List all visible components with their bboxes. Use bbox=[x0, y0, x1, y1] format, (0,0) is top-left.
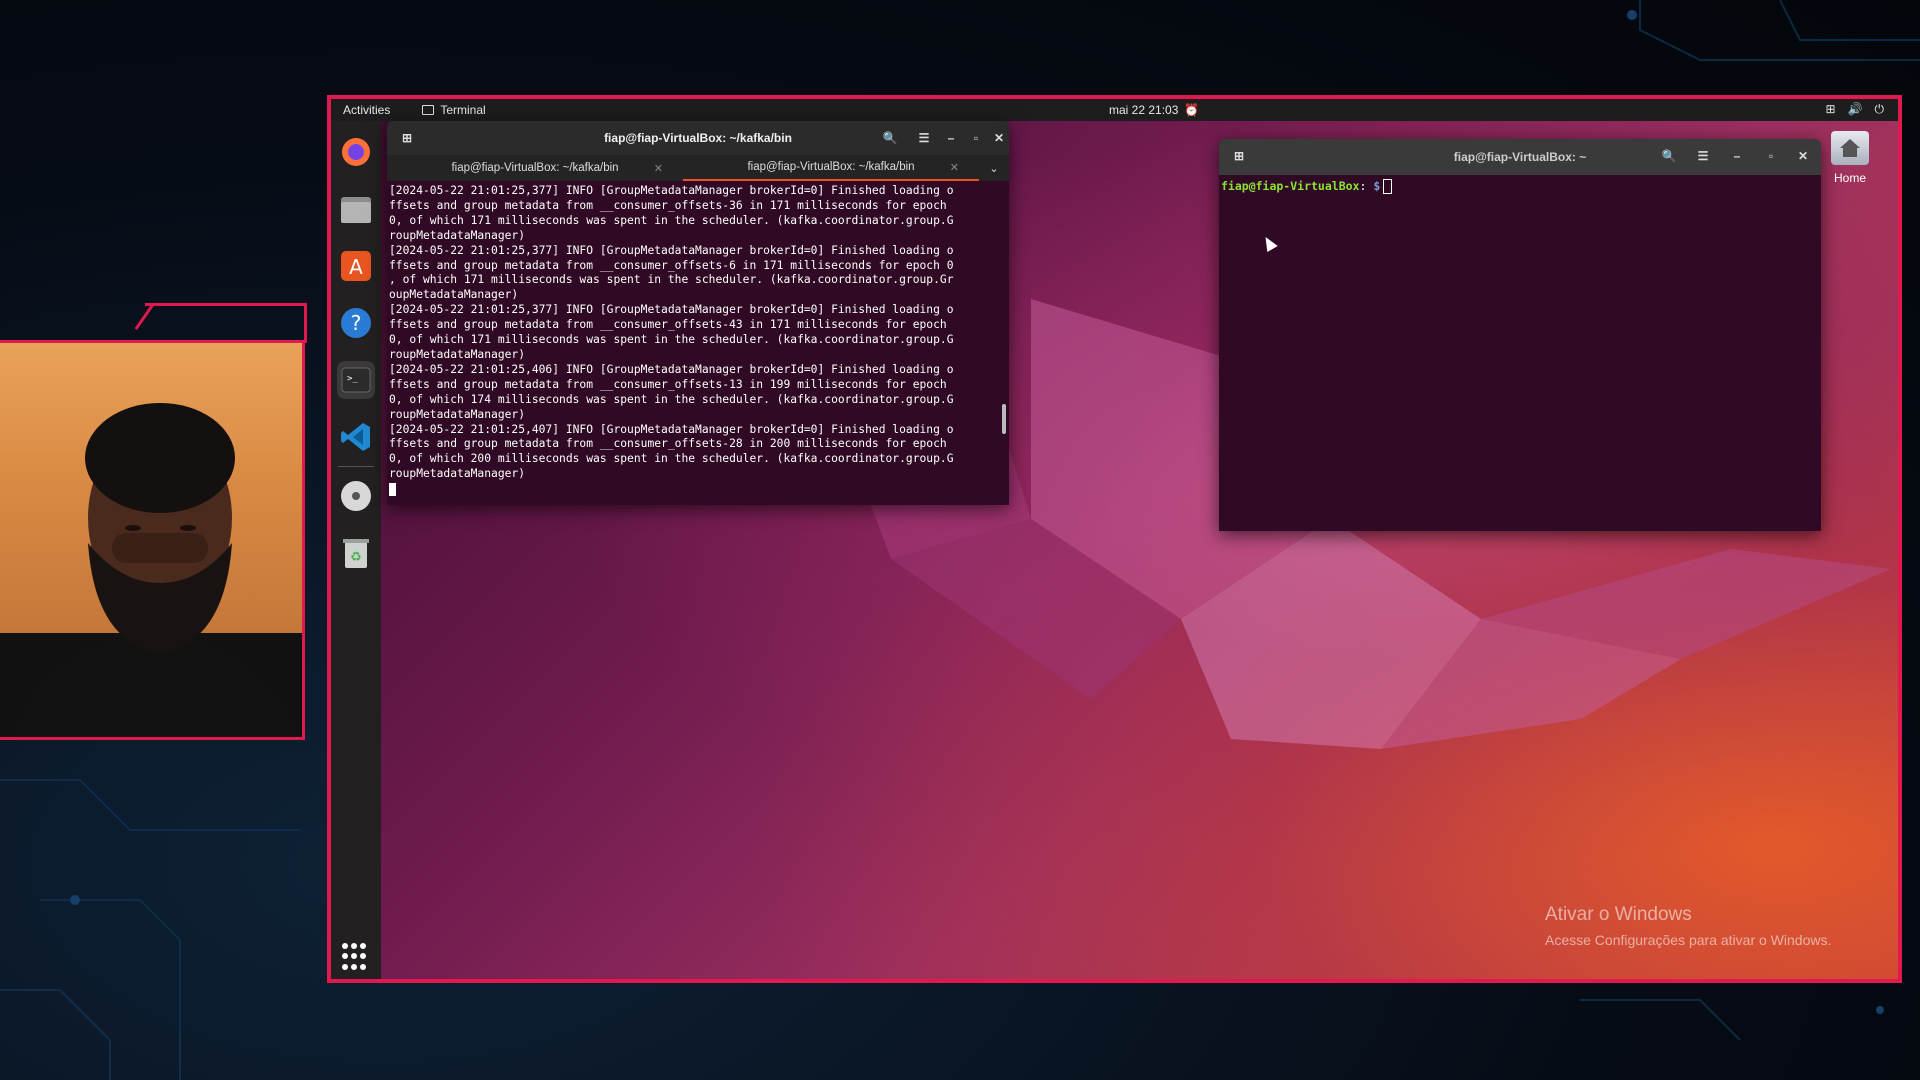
gnome-top-bar: Activities Terminal mai 22 21:03 ⏰ ⊞ 🔊 ⏻ bbox=[331, 99, 1898, 121]
menu-icon[interactable]: ☰ bbox=[914, 128, 934, 148]
log-line: [2024-05-22 21:01:25,406] INFO [GroupMet… bbox=[389, 362, 954, 376]
log-line: 0, of which 171 milliseconds was spent i… bbox=[389, 333, 954, 347]
power-icon: ⏻ bbox=[1874, 102, 1885, 116]
scrollbar[interactable] bbox=[1002, 404, 1006, 434]
home-label: Home bbox=[1833, 171, 1866, 185]
log-line: ffsets and group metadata from __consume… bbox=[389, 198, 947, 212]
minimize-icon[interactable]: – bbox=[1727, 146, 1747, 166]
log-line: [2024-05-22 21:01:25,377] INFO [GroupMet… bbox=[389, 303, 954, 317]
volume-icon: 🔊 bbox=[1847, 102, 1863, 116]
app-menu[interactable]: Terminal bbox=[422, 103, 486, 117]
terminal-icon[interactable]: >_ bbox=[337, 361, 375, 399]
app-menu-label: Terminal bbox=[440, 103, 486, 117]
home-icon bbox=[1831, 131, 1869, 165]
log-line: 0, of which 171 milliseconds was spent i… bbox=[389, 213, 954, 227]
webcam-frame-tab bbox=[145, 303, 307, 343]
search-icon[interactable]: 🔍 bbox=[1659, 146, 1679, 166]
close-icon[interactable]: ✕ bbox=[1793, 146, 1813, 166]
close-icon[interactable]: ✕ bbox=[989, 128, 1009, 148]
log-line: [2024-05-22 21:01:25,377] INFO [GroupMet… bbox=[389, 184, 954, 197]
app-center-icon[interactable]: A bbox=[337, 247, 375, 285]
log-line: ffsets and group metadata from __consume… bbox=[389, 258, 954, 272]
clock-label: mai 22 21:03 bbox=[1109, 103, 1179, 117]
system-tray[interactable]: ⊞ 🔊 ⏻ bbox=[1825, 102, 1884, 117]
alarm-icon: ⏰ bbox=[1184, 103, 1200, 117]
maximize-icon[interactable]: ▫ bbox=[1761, 146, 1781, 166]
log-line: [2024-05-22 21:01:25,377] INFO [GroupMet… bbox=[389, 243, 954, 257]
dock-separator bbox=[338, 466, 374, 467]
log-line: roupMetadataManager) bbox=[389, 407, 526, 421]
trash-icon[interactable]: ♻ bbox=[337, 534, 375, 572]
home-terminal-window[interactable]: ⊞ fiap@fiap-VirtualBox: ~ 🔍 ☰ – ▫ ✕ fiap… bbox=[1219, 139, 1821, 531]
log-line: ffsets and group metadata from __consume… bbox=[389, 318, 947, 332]
virtual-machine-screen: Activities Terminal mai 22 21:03 ⏰ ⊞ 🔊 ⏻… bbox=[327, 95, 1902, 983]
window-title: fiap@fiap-VirtualBox: ~/kafka/bin bbox=[604, 131, 792, 145]
prompt-user: fiap@fiap-VirtualBox bbox=[1221, 179, 1360, 193]
tab-close-icon[interactable]: ✕ bbox=[654, 162, 663, 175]
new-tab-icon[interactable]: ⊞ bbox=[397, 128, 417, 148]
log-line: 0, of which 174 milliseconds was spent i… bbox=[389, 392, 954, 406]
help-icon[interactable]: ? bbox=[337, 304, 375, 342]
svg-text:A: A bbox=[349, 255, 363, 279]
network-icon: ⊞ bbox=[1825, 102, 1836, 116]
clock[interactable]: mai 22 21:03 ⏰ bbox=[1109, 103, 1199, 117]
window-title: fiap@fiap-VirtualBox: ~ bbox=[1453, 150, 1587, 164]
log-line: roupMetadataManager) bbox=[389, 467, 526, 481]
text-cursor bbox=[1383, 179, 1393, 194]
person-avatar bbox=[0, 403, 302, 737]
tab-2[interactable]: fiap@fiap-VirtualBox: ~/kafka/bin ✕ bbox=[683, 155, 979, 181]
tab-1[interactable]: fiap@fiap-VirtualBox: ~/kafka/bin ✕ bbox=[387, 155, 683, 181]
watermark-subtitle: Acesse Configurações para ativar o Windo… bbox=[1545, 932, 1832, 948]
kafka-terminal-window[interactable]: ⊞ fiap@fiap-VirtualBox: ~/kafka/bin 🔍 ☰ … bbox=[387, 121, 1009, 505]
log-line: [2024-05-22 21:01:25,407] INFO [GroupMet… bbox=[389, 422, 954, 436]
log-line: ffsets and group metadata from __consume… bbox=[389, 377, 947, 391]
webcam-feed bbox=[0, 340, 305, 740]
log-line: 0, of which 200 milliseconds was spent i… bbox=[389, 452, 954, 466]
dock: A ? >_ ♻ bbox=[331, 121, 381, 979]
svg-text:>_: >_ bbox=[347, 374, 358, 384]
tab-label: fiap@fiap-VirtualBox: ~/kafka/bin bbox=[451, 162, 619, 174]
home-folder-shortcut[interactable]: Home bbox=[1820, 131, 1880, 185]
log-line: roupMetadataManager) bbox=[389, 347, 526, 361]
menu-icon[interactable]: ☰ bbox=[1693, 146, 1713, 166]
svg-text:?: ? bbox=[351, 311, 362, 335]
maximize-icon[interactable]: ▫ bbox=[966, 128, 986, 148]
show-apps-icon[interactable] bbox=[342, 943, 370, 971]
tab-close-icon[interactable]: ✕ bbox=[950, 161, 959, 174]
new-tab-icon[interactable]: ⊞ bbox=[1229, 146, 1249, 166]
watermark-title: Ativar o Windows bbox=[1545, 904, 1692, 925]
log-line: roupMetadataManager) bbox=[389, 228, 526, 242]
log-line: , of which 171 milliseconds was spent in… bbox=[389, 273, 954, 287]
vscode-icon[interactable] bbox=[337, 418, 375, 456]
tab-label: fiap@fiap-VirtualBox: ~/kafka/bin bbox=[747, 161, 915, 173]
search-icon[interactable]: 🔍 bbox=[880, 128, 900, 148]
log-line: ffsets and group metadata from __consume… bbox=[389, 437, 947, 451]
terminal-cursor bbox=[389, 482, 1009, 497]
activities-button[interactable]: Activities bbox=[343, 103, 390, 117]
files-icon[interactable] bbox=[337, 190, 375, 228]
window-header[interactable]: ⊞ fiap@fiap-VirtualBox: ~/kafka/bin 🔍 ☰ … bbox=[387, 121, 1009, 155]
shell-prompt[interactable]: fiap@fiap-VirtualBox: $ bbox=[1219, 175, 1821, 198]
chevron-down-icon[interactable]: ⌄ bbox=[979, 155, 1009, 181]
dvd-icon[interactable] bbox=[337, 477, 375, 515]
terminal-small-icon bbox=[422, 105, 435, 115]
prompt-path: $ bbox=[1366, 179, 1381, 193]
svg-text:♻: ♻ bbox=[350, 549, 362, 564]
minimize-icon[interactable]: – bbox=[941, 128, 961, 148]
window-header[interactable]: ⊞ fiap@fiap-VirtualBox: ~ 🔍 ☰ – ▫ ✕ bbox=[1219, 139, 1821, 175]
tab-bar: fiap@fiap-VirtualBox: ~/kafka/bin ✕ fiap… bbox=[387, 155, 1009, 181]
log-line: oupMetadataManager) bbox=[389, 288, 519, 302]
firefox-icon[interactable] bbox=[337, 133, 375, 171]
terminal-output[interactable]: [2024-05-22 21:01:25,377] INFO [GroupMet… bbox=[387, 181, 1009, 497]
windows-activation-watermark: Ativar o Windows Acesse Configurações pa… bbox=[1545, 904, 1831, 948]
